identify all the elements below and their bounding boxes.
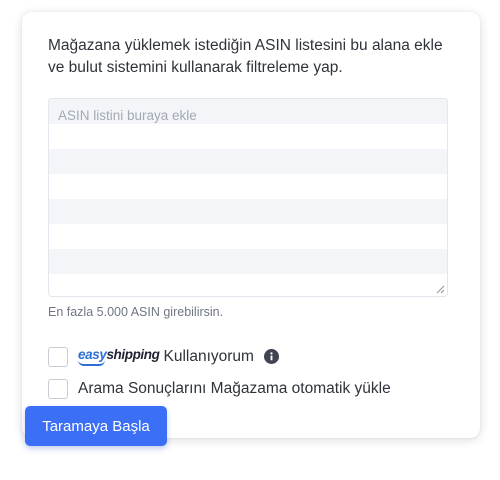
easyshipping-checkbox[interactable]	[48, 347, 68, 367]
easyshipping-option[interactable]: easy shipping Kullanıyorum	[48, 346, 279, 368]
logo-easy-text: easy	[78, 347, 107, 366]
asin-upload-card: Mağazana yüklemek istediğin ASIN listesi…	[22, 12, 480, 438]
asin-limit-hint: En fazla 5.000 ASIN girebilirsin.	[48, 305, 224, 319]
info-icon[interactable]	[263, 348, 279, 364]
logo-shipping-text: shipping	[106, 347, 160, 363]
asin-textarea-wrapper	[48, 98, 448, 297]
asin-list-input[interactable]	[49, 99, 447, 296]
easyshipping-option-label: Kullanıyorum	[163, 348, 254, 365]
resize-handle-icon[interactable]	[436, 285, 445, 294]
auto-upload-option[interactable]: Arama Sonuçlarını Mağazama otomatik yükl…	[48, 378, 391, 400]
auto-upload-checkbox[interactable]	[48, 379, 68, 399]
description-text: Mağazana yüklemek istediğin ASIN listesi…	[48, 37, 443, 76]
start-scan-button[interactable]: Taramaya Başla	[25, 406, 167, 446]
easyshipping-logo: easy shipping	[78, 347, 160, 366]
auto-upload-option-label: Arama Sonuçlarını Mağazama otomatik yükl…	[78, 380, 391, 397]
